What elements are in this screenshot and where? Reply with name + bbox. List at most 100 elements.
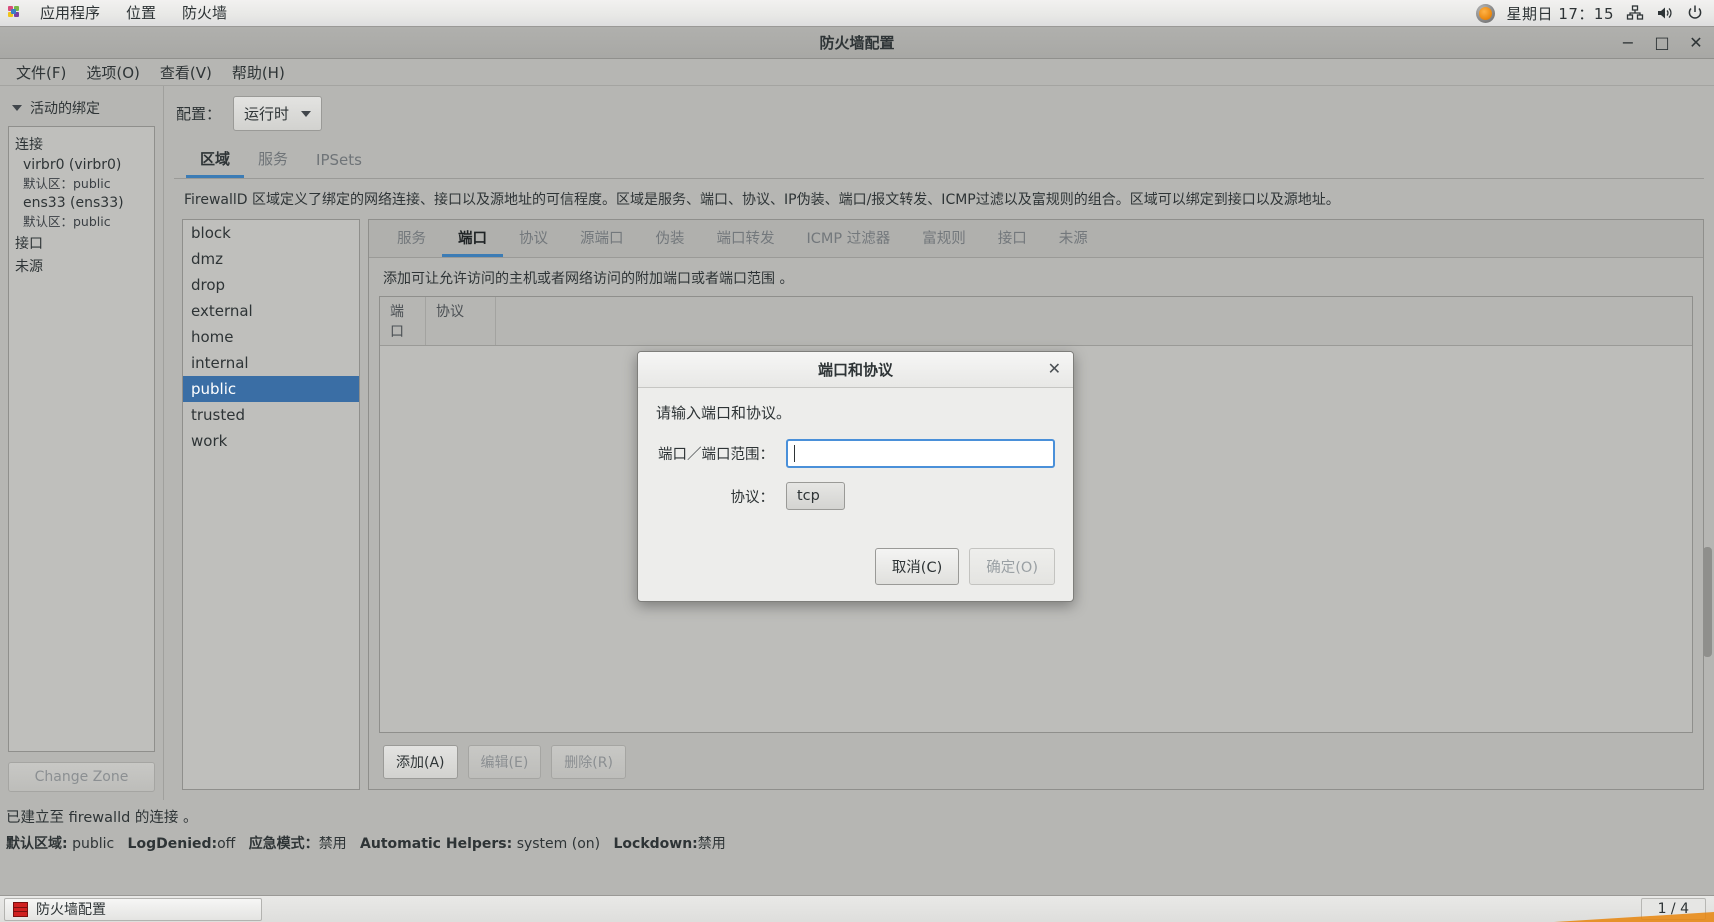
zone-list-spacer bbox=[183, 454, 359, 789]
dialog-buttons: 取消(C) 确定(O) bbox=[638, 536, 1073, 601]
vertical-scrollbar[interactable] bbox=[1703, 547, 1712, 657]
volume-icon[interactable] bbox=[1656, 4, 1674, 22]
subtab-icmp-filter[interactable]: ICMP 过滤器 bbox=[791, 220, 907, 257]
configuration-selected-value: 运行时 bbox=[244, 105, 290, 123]
taskbar-window-label: 防火墙配置 bbox=[36, 902, 106, 918]
dialog-titlebar: 端口和协议 ✕ bbox=[638, 352, 1073, 388]
subtab-source-ports[interactable]: 源端口 bbox=[564, 220, 640, 257]
zone-item-public[interactable]: public bbox=[183, 376, 359, 403]
tab-services[interactable]: 服务 bbox=[244, 141, 302, 178]
bindings-group-interfaces: 接口 bbox=[15, 236, 43, 252]
remove-button[interactable]: 删除(R) bbox=[551, 745, 626, 779]
zone-item-home[interactable]: home bbox=[183, 324, 359, 350]
binding-item-ens33[interactable]: ens33 (ens33) 默认区：public bbox=[23, 195, 150, 230]
protocol-select[interactable]: tcp bbox=[786, 482, 845, 510]
status-value-automatic-helpers: system (on) bbox=[516, 836, 601, 852]
minimize-icon[interactable]: − bbox=[1620, 35, 1636, 51]
zone-item-drop[interactable]: drop bbox=[183, 272, 359, 298]
menu-view[interactable]: 查看(V) bbox=[150, 59, 222, 86]
maximize-icon[interactable]: □ bbox=[1654, 35, 1670, 51]
chevron-down-icon bbox=[12, 105, 22, 111]
binding-item-virbr0[interactable]: virbr0 (virbr0) 默认区：public bbox=[23, 157, 150, 192]
configuration-row: 配置： 运行时 bbox=[174, 94, 1704, 141]
column-header-port[interactable]: 端口 bbox=[380, 297, 426, 346]
protocol-selected-value: tcp bbox=[797, 488, 820, 504]
zone-item-dmz[interactable]: dmz bbox=[183, 246, 359, 272]
status-fields: 默认区域: public LogDenied:off 应急模式：禁用 Autom… bbox=[6, 827, 1714, 853]
edit-button[interactable]: 编辑(E) bbox=[467, 745, 542, 779]
active-bindings-header[interactable]: 活动的绑定 bbox=[8, 94, 155, 126]
tab-ipsets[interactable]: IPSets bbox=[302, 144, 376, 178]
window-controls: − □ ✕ bbox=[1620, 27, 1704, 59]
menu-help[interactable]: 帮助(H) bbox=[222, 59, 295, 86]
dialog-body: 请输入端口和协议。 端口／端口范围： 协议： tcp bbox=[638, 388, 1073, 536]
active-bindings-label: 活动的绑定 bbox=[30, 101, 100, 117]
workspace-indicator[interactable]: 1 / 4 bbox=[1640, 898, 1706, 920]
power-icon[interactable] bbox=[1686, 4, 1704, 22]
status-value-panic-mode: 禁用 bbox=[318, 836, 347, 852]
top-panel-menus: 应用程序 位置 防火墙 bbox=[0, 1, 240, 26]
connection-status: 已建立至 firewalld 的连接 。 bbox=[6, 810, 198, 826]
menubar: 文件(F) 选项(O) 查看(V) 帮助(H) bbox=[0, 59, 1714, 86]
zone-item-internal[interactable]: internal bbox=[183, 350, 359, 376]
zone-detail-tabrow: 服务 端口 协议 源端口 伪装 端口转发 ICMP 过滤器 富规则 接口 未源 bbox=[369, 220, 1703, 259]
subtab-rich-rules[interactable]: 富规则 bbox=[906, 220, 982, 257]
cancel-button[interactable]: 取消(C) bbox=[874, 548, 960, 585]
window-titlebar: 防火墙配置 − □ ✕ bbox=[0, 27, 1714, 59]
text-caret bbox=[794, 445, 795, 462]
subtab-masquerading[interactable]: 伪装 bbox=[640, 220, 701, 257]
network-icon[interactable] bbox=[1626, 4, 1644, 22]
zone-list[interactable]: block dmz drop external home internal pu… bbox=[182, 219, 360, 790]
zone-item-external[interactable]: external bbox=[183, 298, 359, 324]
status-key-panic-mode: 应急模式： bbox=[248, 836, 319, 852]
statusbar: 已建立至 firewalld 的连接 。 默认区域: public LogDen… bbox=[0, 800, 1714, 857]
column-header-protocol[interactable]: 协议 bbox=[426, 297, 496, 346]
status-key-automatic-helpers: Automatic Helpers: bbox=[360, 836, 513, 852]
taskbar-window-button[interactable]: 防火墙配置 bbox=[4, 897, 262, 921]
port-input[interactable] bbox=[786, 439, 1055, 468]
status-value-default-zone: public bbox=[72, 836, 115, 852]
subtab-services[interactable]: 服务 bbox=[381, 220, 442, 257]
change-zone-button[interactable]: Change Zone bbox=[8, 762, 155, 792]
binding-zone: 默认区：public bbox=[23, 176, 111, 191]
top-panel-tray: 星期日 17：15 bbox=[1475, 3, 1714, 24]
menu-options[interactable]: 选项(O) bbox=[76, 59, 150, 86]
protocol-field-label: 协议： bbox=[730, 489, 775, 506]
bindings-list[interactable]: 连接 virbr0 (virbr0) 默认区：public ens33 (ens… bbox=[8, 126, 155, 752]
top-menu-applications[interactable]: 应用程序 bbox=[27, 1, 113, 26]
dialog-title: 端口和协议 bbox=[817, 361, 893, 379]
port-field-row: 端口／端口范围： bbox=[656, 439, 1055, 468]
subtab-protocols[interactable]: 协议 bbox=[503, 220, 564, 257]
protocol-field-row: 协议： tcp bbox=[656, 482, 1055, 510]
configuration-label: 配置： bbox=[176, 105, 222, 123]
close-icon[interactable]: ✕ bbox=[1688, 35, 1704, 51]
zone-item-block[interactable]: block bbox=[183, 220, 359, 246]
binding-name: ens33 (ens33) bbox=[23, 195, 124, 211]
firewall-tray-icon[interactable] bbox=[1475, 3, 1495, 23]
top-menu-places[interactable]: 位置 bbox=[113, 1, 169, 26]
gnome-activities-icon[interactable] bbox=[8, 5, 23, 21]
ports-hint: 添加可让允许访问的主机或者网络访问的附加端口或者端口范围 。 bbox=[383, 271, 794, 288]
configuration-select[interactable]: 运行时 bbox=[233, 96, 323, 131]
zone-item-trusted[interactable]: trusted bbox=[183, 402, 359, 428]
add-button[interactable]: 添加(A) bbox=[383, 745, 458, 779]
bindings-group-sources: 未源 bbox=[15, 259, 43, 275]
top-menu-firewall[interactable]: 防火墙 bbox=[169, 1, 240, 26]
zone-item-work[interactable]: work bbox=[183, 428, 359, 454]
subtab-ports[interactable]: 端口 bbox=[442, 220, 503, 258]
port-protocol-dialog: 端口和协议 ✕ 请输入端口和协议。 端口／端口范围： 协议： tcp 取消(C)… bbox=[637, 351, 1074, 602]
ports-table-header: 端口 协议 bbox=[380, 297, 1692, 347]
subtab-sources[interactable]: 未源 bbox=[1043, 220, 1104, 257]
ok-button[interactable]: 确定(O) bbox=[969, 548, 1055, 585]
menu-file[interactable]: 文件(F) bbox=[6, 59, 76, 86]
status-value-lockdown: 禁用 bbox=[697, 836, 726, 852]
subtab-port-forwarding[interactable]: 端口转发 bbox=[701, 220, 791, 257]
close-icon[interactable]: ✕ bbox=[1048, 361, 1061, 377]
chevron-down-icon bbox=[301, 110, 312, 117]
subtab-interfaces[interactable]: 接口 bbox=[982, 220, 1043, 257]
tab-zones[interactable]: 区域 bbox=[186, 141, 245, 178]
clock[interactable]: 星期日 17：15 bbox=[1507, 3, 1614, 24]
port-field-label: 端口／端口范围： bbox=[658, 447, 774, 463]
bindings-group-label: 连接 bbox=[15, 137, 43, 153]
binding-name: virbr0 (virbr0) bbox=[23, 157, 122, 173]
